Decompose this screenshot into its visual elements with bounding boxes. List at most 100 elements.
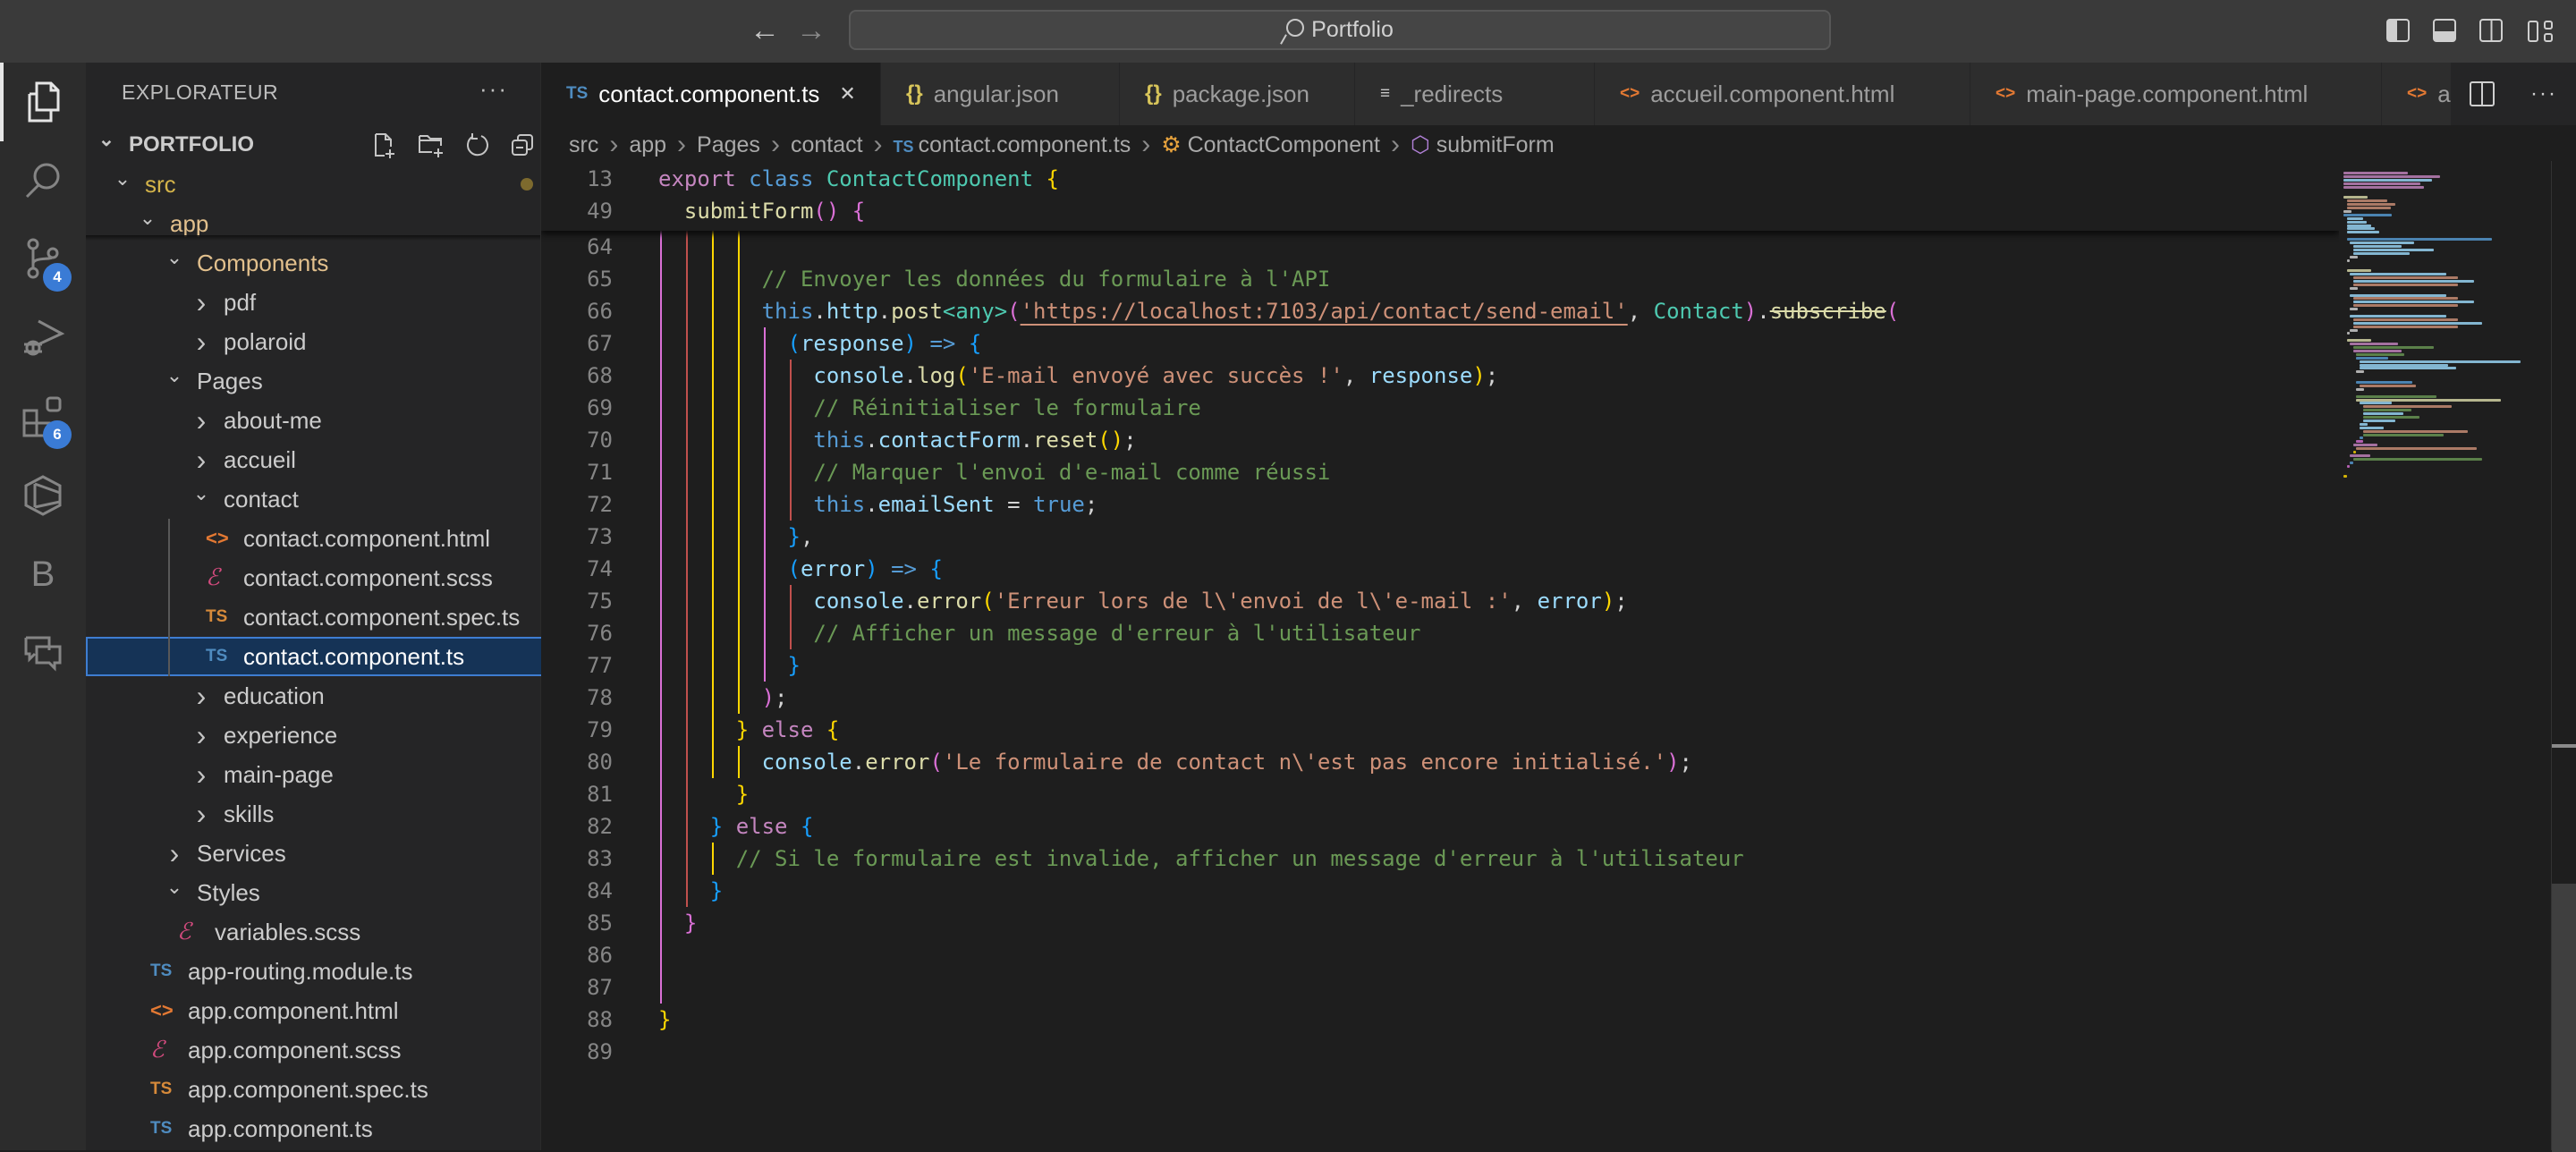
line-number: 68 xyxy=(587,363,613,388)
line-content: }, xyxy=(658,521,814,553)
code-token: 'Erreur lors de l\'envoi de l\'e-mail :' xyxy=(994,589,1512,614)
indent-guide xyxy=(168,519,170,676)
tree-item-pages[interactable]: ⌄ Pages xyxy=(86,361,617,401)
line-number: 13 xyxy=(587,166,613,191)
breadcrumb-item[interactable]: TS contact.component.ts xyxy=(894,132,1131,158)
code-line: 64 xyxy=(541,231,2339,263)
activity-explorer[interactable] xyxy=(0,63,86,141)
tree-item-styles[interactable]: ⌄ Styles xyxy=(86,873,617,912)
command-center-search[interactable]: Portfolio xyxy=(849,10,1831,50)
breadcrumb-item[interactable]: contact xyxy=(791,132,863,158)
code-token: <any> xyxy=(942,299,1008,324)
tab--redirects[interactable]: ≡ _redirects xyxy=(1355,63,1595,125)
minimap-viewport[interactable] xyxy=(2339,161,2549,483)
code-token: . xyxy=(1757,299,1770,324)
code-token: { xyxy=(1046,166,1059,191)
code-line: 71 // Marquer l'envoi d'e-mail comme réu… xyxy=(541,456,2339,488)
code-line: 68 console.log('E-mail envoyé avec succè… xyxy=(541,360,2339,392)
tree-item-label: experience xyxy=(224,721,338,749)
more-actions-icon[interactable]: ··· xyxy=(479,75,508,103)
more-icon[interactable]: ··· xyxy=(2530,81,2557,106)
explorer-sidebar: EXPLORATEUR ··· ⌄ PORTFOLIO ⌄ src ⌄ app ⌄ Compo… xyxy=(86,63,660,1150)
typescript-file-icon: TS xyxy=(566,84,589,103)
code-token: , xyxy=(1627,299,1654,324)
tree-item-label: Pages xyxy=(197,367,263,394)
code-token: . xyxy=(865,428,878,453)
breadcrumb-item[interactable]: src xyxy=(569,132,598,158)
tab-package-json[interactable]: {} package.json xyxy=(1120,63,1355,125)
back-button[interactable]: ← xyxy=(750,14,780,47)
code-token: } xyxy=(709,878,724,903)
code-line: 49 submitForm() { xyxy=(541,195,2339,227)
breadcrumb-item[interactable]: ⬡ submitForm xyxy=(1411,131,1555,158)
tree-item-app-routing-module-ts[interactable]: TS app-routing.module.ts xyxy=(86,952,605,991)
split-editor-icon[interactable] xyxy=(2470,81,2495,106)
tree-item-services[interactable]: › Services xyxy=(86,834,617,873)
code-token: { xyxy=(968,331,982,356)
activity-run-debug[interactable] xyxy=(0,299,86,377)
chevron-down-icon: ⌄ xyxy=(97,128,115,150)
breadcrumb-label: app xyxy=(629,131,667,157)
tab-contact-component-ts[interactable]: TS contact.component.ts ✕ xyxy=(541,63,881,125)
minimap[interactable] xyxy=(2339,161,2549,483)
code-editor[interactable]: 64 65 // Envoyer les données du formulair… xyxy=(541,161,2339,1150)
tree-item-label: skills xyxy=(224,800,275,827)
chevron-down-icon: ⌄ xyxy=(165,876,183,898)
code-line: 73 }, xyxy=(541,521,2339,553)
code-token: response xyxy=(1368,363,1473,388)
close-icon[interactable]: ✕ xyxy=(839,82,855,106)
activity-source-control[interactable]: 4 xyxy=(0,220,86,299)
chevron-down-icon: ⌄ xyxy=(192,482,210,504)
breadcrumb-item[interactable]: ⚙ ContactComponent xyxy=(1161,131,1380,158)
line-content: } else { xyxy=(658,714,840,746)
refresh-icon[interactable] xyxy=(465,132,490,157)
new-file-icon[interactable] xyxy=(370,131,397,158)
toggle-primary-sidebar-icon[interactable] xyxy=(2386,19,2410,42)
tree-item-app-component-scss[interactable]: ℰapp.component.scss xyxy=(86,1030,605,1070)
code-token: ( xyxy=(1885,299,1900,324)
tree-item-src[interactable]: ⌄ src xyxy=(86,165,565,204)
chevron-right-icon: › xyxy=(196,679,207,712)
toggle-secondary-sidebar-icon[interactable] xyxy=(2479,19,2503,42)
line-content: } xyxy=(658,649,801,682)
line-number: 85 xyxy=(587,911,613,936)
breadcrumb-item[interactable]: app xyxy=(629,132,666,158)
tree-root-portfolio[interactable]: ⌄ PORTFOLIO xyxy=(86,125,549,165)
tree-item-app-component-spec-ts[interactable]: TS app.component.spec.ts xyxy=(86,1070,605,1109)
code-token: 'Le formulaire de contact n\'est pas enc… xyxy=(942,750,1667,775)
activity-search[interactable] xyxy=(0,141,86,220)
breadcrumb-item[interactable]: Pages xyxy=(697,132,760,158)
code-line: 89 xyxy=(541,1036,2339,1068)
tab-accueil-component-html[interactable]: <> accueil.component.html xyxy=(1595,63,1970,125)
forward-button[interactable]: → xyxy=(796,14,826,47)
tab-angular-json[interactable]: {} angular.json xyxy=(881,63,1120,125)
code-token: response xyxy=(800,331,904,356)
tree-item-app-component-ts[interactable]: TS app.component.ts xyxy=(86,1109,605,1148)
activity-bootstrap[interactable]: B xyxy=(0,535,86,614)
activity-extensions[interactable]: 6 xyxy=(0,377,86,456)
sticky-scroll[interactable]: 13 export class ContactComponent {49 subm… xyxy=(541,161,2339,231)
activity-chat[interactable] xyxy=(0,614,86,692)
code-token: // Si le formulaire est invalide, affich… xyxy=(735,846,1744,871)
line-content: // Si le formulaire est invalide, affich… xyxy=(658,843,1744,875)
code-token: } xyxy=(787,653,801,678)
vertical-scrollbar[interactable] xyxy=(2551,161,2576,1152)
collapse-all-icon[interactable] xyxy=(510,132,535,157)
tab-main-page-component-html[interactable]: <> main-page.component.html xyxy=(1970,63,2382,125)
activity-remote-explorer[interactable] xyxy=(0,456,86,535)
new-folder-icon[interactable] xyxy=(417,131,445,158)
customize-layout-icon[interactable] xyxy=(2528,21,2538,42)
tree-item-components[interactable]: ⌄ Components xyxy=(86,243,617,283)
tree-item-app-component-html[interactable]: <> app.component.html xyxy=(86,991,605,1030)
toggle-panel-icon[interactable] xyxy=(2433,19,2456,42)
code-line: 86 xyxy=(541,939,2339,971)
scrollbar-thumb[interactable] xyxy=(2552,884,2576,1152)
